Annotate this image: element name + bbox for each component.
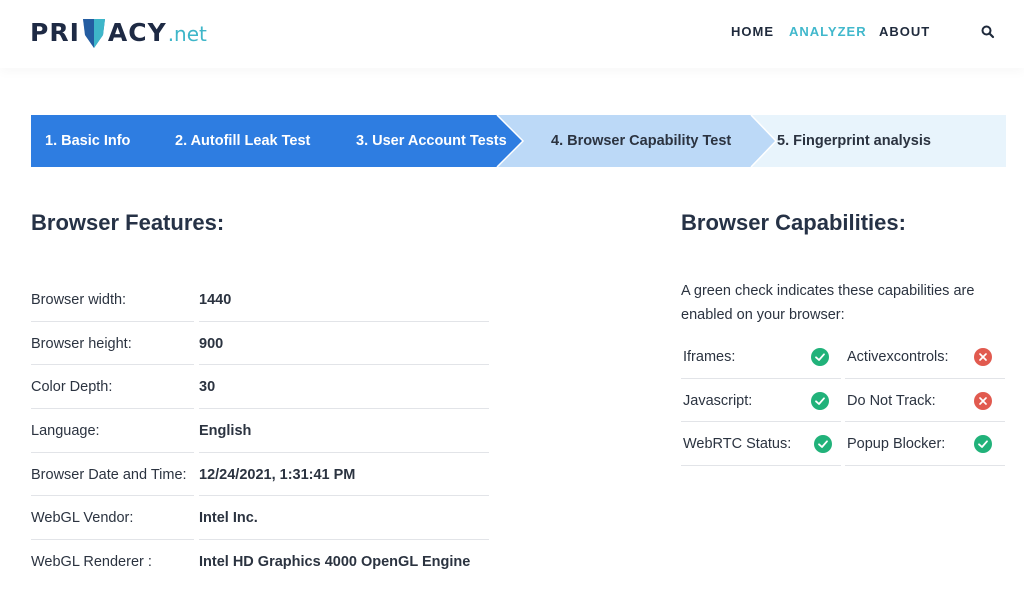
site-header: PRI ACY .net HOME ANALYZER ABOUT: [0, 0, 1024, 68]
search-icon[interactable]: [980, 24, 996, 40]
browser-capabilities-grid: Iframes: Activexcontrols: Javascript: Do…: [681, 335, 1005, 466]
capability-cell: Activexcontrols:: [845, 335, 1005, 379]
capabilities-description: A green check indicates these capabiliti…: [681, 283, 975, 323]
feature-value: Intel Inc.: [199, 496, 489, 541]
capability-label: Iframes:: [683, 349, 736, 365]
capability-cell: WebRTC Status:: [681, 422, 841, 466]
feature-value: English: [199, 409, 489, 453]
feature-value: 30: [199, 365, 489, 410]
check-icon: [811, 348, 829, 366]
table-row: Color Depth: 30: [31, 365, 489, 410]
nav-about[interactable]: ABOUT: [879, 24, 930, 39]
nav-analyzer[interactable]: ANALYZER: [789, 24, 867, 39]
capability-row: Javascript: Do Not Track:: [681, 379, 1005, 422]
step-user-account-tests[interactable]: 3. User Account Tests: [356, 115, 507, 167]
feature-label: Browser height:: [31, 322, 194, 366]
feature-value: 12/24/2021, 1:31:41 PM: [199, 453, 489, 497]
step-basic-info[interactable]: 1. Basic Info: [45, 115, 130, 167]
capability-cell: Javascript:: [681, 379, 841, 422]
capability-cell: Popup Blocker:: [845, 422, 1005, 466]
cross-icon: [974, 348, 992, 366]
capability-label: Javascript:: [683, 392, 753, 409]
analyzer-steps: 1. Basic Info 2. Autofill Leak Test 3. U…: [31, 115, 1006, 167]
step-fingerprint-analysis[interactable]: 5. Fingerprint analysis: [777, 115, 931, 167]
capability-label: Do Not Track:: [847, 392, 936, 409]
capability-cell: Do Not Track:: [845, 379, 1005, 422]
capability-cell: Iframes:: [681, 335, 841, 379]
feature-value: 900: [199, 322, 489, 366]
capability-row: Iframes: Activexcontrols:: [681, 335, 1005, 379]
feature-value: 1440: [199, 278, 489, 322]
table-row: WebGL Vendor: Intel Inc.: [31, 496, 489, 541]
feature-label: WebGL Vendor:: [31, 496, 194, 541]
browser-capabilities-heading: Browser Capabilities:: [681, 210, 906, 235]
capability-row: WebRTC Status: Popup Blocker:: [681, 422, 1005, 466]
feature-label: Language:: [31, 409, 194, 453]
capability-label: WebRTC Status:: [683, 436, 792, 452]
nav-home[interactable]: HOME: [731, 24, 774, 39]
feature-value: Intel HD Graphics 4000 OpenGL Engine: [199, 554, 471, 571]
table-row: WebGL Renderer : Intel HD Graphics 4000 …: [31, 540, 489, 584]
table-row: Language: English: [31, 409, 489, 453]
table-row: Browser Date and Time: 12/24/2021, 1:31:…: [31, 453, 489, 497]
capability-label: Activexcontrols:: [847, 349, 949, 365]
feature-label: Color Depth:: [31, 365, 194, 410]
capability-label: Popup Blocker:: [847, 436, 946, 452]
step-browser-capability-test[interactable]: 4. Browser Capability Test: [551, 115, 731, 167]
browser-features-table: Browser width: 1440 Browser height: 900 …: [31, 278, 489, 584]
table-row: Browser height: 900: [31, 322, 489, 366]
step-autofill-leak-test[interactable]: 2. Autofill Leak Test: [175, 115, 310, 167]
feature-label: Browser Date and Time:: [31, 453, 194, 497]
table-row: Browser width: 1440: [31, 278, 489, 322]
main-nav: HOME ANALYZER ABOUT: [0, 24, 1024, 40]
feature-label: WebGL Renderer :: [31, 554, 152, 571]
browser-features-heading: Browser Features:: [31, 210, 225, 235]
cross-icon: [974, 391, 992, 410]
check-icon: [974, 435, 992, 453]
feature-label: Browser width:: [31, 278, 194, 322]
check-icon: [814, 435, 832, 453]
check-icon: [811, 391, 829, 410]
